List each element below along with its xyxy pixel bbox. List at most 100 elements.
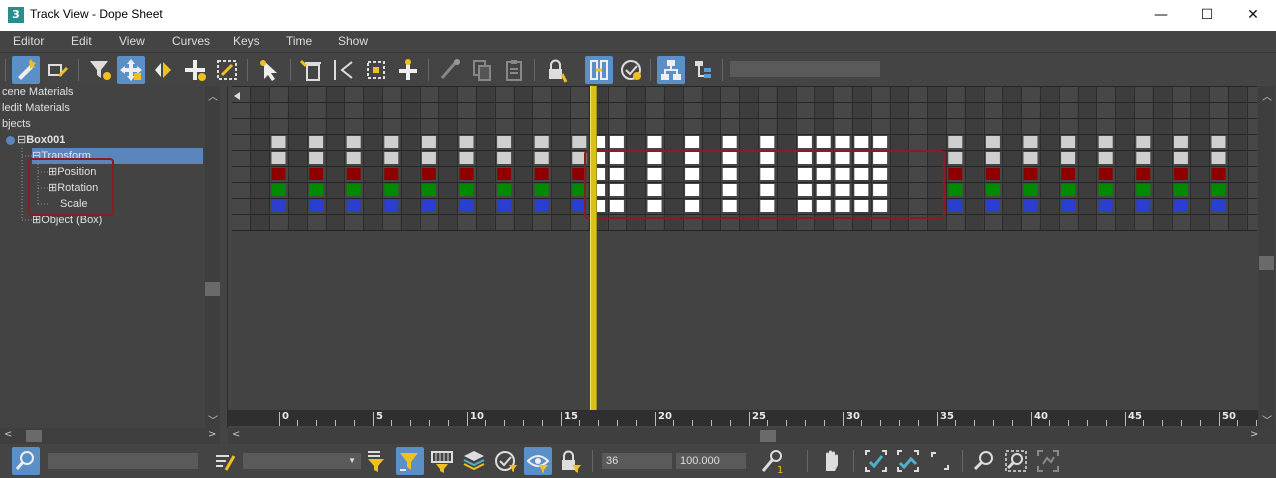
insert-time-icon[interactable] xyxy=(394,56,422,84)
maximize-button[interactable]: ☐ xyxy=(1184,0,1230,31)
filter-dropdown[interactable]: ▼ xyxy=(243,453,361,469)
expand-minus-icon[interactable]: ⊟ xyxy=(17,134,26,146)
scroll-right-icon[interactable]: > xyxy=(1250,429,1258,440)
show-keyable-icon[interactable] xyxy=(617,56,645,84)
show-filter-icon[interactable] xyxy=(524,447,552,475)
filter-icon[interactable] xyxy=(86,56,114,84)
scroll-left-icon[interactable]: < xyxy=(4,429,12,440)
menu-editor[interactable]: Editor xyxy=(13,34,44,48)
menu-keys[interactable]: Keys xyxy=(233,34,260,48)
scroll-down-icon[interactable]: ﹀ xyxy=(1262,412,1272,427)
tree-item-position[interactable]: ⊞Position xyxy=(48,164,96,180)
menu-curves[interactable]: Curves xyxy=(172,34,210,48)
paste-icon[interactable] xyxy=(500,56,528,84)
frame-column xyxy=(1227,86,1247,230)
minimize-button[interactable]: — xyxy=(1138,0,1184,31)
sheet-hscroll-thumb[interactable] xyxy=(760,430,776,442)
filter-wand-icon[interactable] xyxy=(12,56,40,84)
track-search-input[interactable] xyxy=(48,453,198,469)
left-hscrollbar[interactable]: < > xyxy=(0,428,220,444)
key-stats-icon[interactable]: 1 xyxy=(759,447,787,476)
panel-divider[interactable] xyxy=(220,86,228,428)
tree-item-scene-materials[interactable]: cene Materials xyxy=(2,86,74,100)
scale-keys-icon[interactable] xyxy=(213,56,241,84)
chevron-down-icon[interactable]: ▼ xyxy=(348,453,356,469)
menu-show[interactable]: Show xyxy=(338,34,368,48)
time-slider-cursor[interactable] xyxy=(590,86,597,426)
expand-plus-icon[interactable]: ⊞ xyxy=(48,182,57,194)
fit-screen-icon[interactable] xyxy=(1034,447,1062,475)
tree-item-medit-materials[interactable]: ledit Materials xyxy=(2,100,70,116)
y-track-key xyxy=(647,184,662,196)
modify-child-keys-icon[interactable] xyxy=(690,56,718,84)
key-value-field[interactable]: 100.000 xyxy=(676,453,746,469)
y-track-key xyxy=(1211,184,1226,196)
snap-frames-icon[interactable] xyxy=(585,56,613,84)
ruler-label: 30 xyxy=(846,411,860,422)
close-button[interactable]: ✕ xyxy=(1230,0,1276,31)
scroll-right-icon[interactable]: > xyxy=(208,429,216,440)
z-track-key xyxy=(271,200,286,212)
lock-tracks-icon[interactable] xyxy=(556,447,584,475)
modify-subtree-icon[interactable] xyxy=(657,56,685,84)
zoom-selected-icon[interactable] xyxy=(12,447,40,475)
show-selected-icon[interactable] xyxy=(492,447,520,475)
z-track-key xyxy=(1136,200,1151,212)
region-select-icon[interactable] xyxy=(362,56,390,84)
slide-keys-icon[interactable] xyxy=(149,56,177,84)
layer-icon[interactable] xyxy=(460,447,488,475)
key-mode-icon[interactable] xyxy=(211,447,239,475)
delete-key-icon[interactable] xyxy=(298,56,326,84)
move-keys-icon[interactable] xyxy=(117,56,145,84)
right-scrollbar[interactable]: ︿ ﹀ xyxy=(1258,86,1275,428)
filter-animated-icon[interactable] xyxy=(396,447,424,475)
menu-time[interactable]: Time xyxy=(286,34,312,48)
current-frame-field[interactable]: 36 xyxy=(602,453,672,469)
tree-item-scale[interactable]: Scale xyxy=(60,196,88,212)
left-scrollbar[interactable]: ︿ ﹀ xyxy=(205,86,220,428)
lock-selection-icon[interactable] xyxy=(542,56,570,84)
reduce-keys-icon[interactable] xyxy=(330,56,358,84)
copy-icon[interactable] xyxy=(468,56,496,84)
ruler-label: 10 xyxy=(470,411,484,422)
select-time-icon[interactable] xyxy=(436,56,464,84)
menu-view[interactable]: View xyxy=(119,34,145,48)
sheet-hscrollbar[interactable]: < > xyxy=(228,428,1276,444)
filter-frames-icon[interactable] xyxy=(428,447,456,475)
tree-label-rotation: Rotation xyxy=(57,182,99,194)
add-keys-icon[interactable] xyxy=(181,56,209,84)
time-ruler[interactable]: 0 5 10 15 20 25 30 35 40 45 50 xyxy=(228,410,1258,426)
scroll-left-icon[interactable]: < xyxy=(232,429,240,440)
zoom-icon[interactable] xyxy=(970,447,998,475)
expand-plus-icon[interactable]: ⊞ xyxy=(48,166,57,178)
transform-key xyxy=(459,136,474,148)
tree-item-box001[interactable]: ⊟Box001 xyxy=(6,132,65,148)
menu-edit[interactable]: Edit xyxy=(71,34,92,48)
scroll-up-icon[interactable]: ︿ xyxy=(1262,88,1272,103)
fit-all-icon[interactable] xyxy=(894,447,922,475)
expand-minus-icon[interactable]: ⊟ xyxy=(32,150,41,162)
key-grid[interactable] xyxy=(231,86,1266,410)
expand-plus-icon[interactable]: ⊞ xyxy=(32,214,41,226)
tree-label-box001: Box001 xyxy=(26,134,66,146)
tree-item-rotation[interactable]: ⊞Rotation xyxy=(48,180,98,196)
tree-item-object-box[interactable]: ⊞Object (Box) xyxy=(32,212,102,228)
zoom-region-icon[interactable] xyxy=(1002,447,1030,475)
bottom-toolbar: ▼ 36 100.000 1 xyxy=(0,444,1276,478)
left-scroll-thumb[interactable] xyxy=(205,282,220,296)
fit-horizontal-icon[interactable] xyxy=(862,447,890,475)
position-key xyxy=(421,152,436,164)
select-cursor-icon[interactable] xyxy=(255,56,283,84)
pan-icon[interactable] xyxy=(818,447,846,475)
scroll-down-icon[interactable]: ﹀ xyxy=(208,412,218,427)
edit-ranges-icon[interactable] xyxy=(44,56,72,84)
tree-item-transform[interactable]: ⊟Transform xyxy=(32,148,203,164)
filter-selected-icon[interactable] xyxy=(364,447,392,475)
frame-zoom-icon[interactable] xyxy=(926,447,954,475)
dope-sheet[interactable] xyxy=(231,86,1266,410)
scroll-up-icon[interactable]: ︿ xyxy=(208,88,218,103)
name-field[interactable] xyxy=(730,61,880,77)
tree-item-objects[interactable]: bjects xyxy=(2,116,31,132)
right-scroll-thumb[interactable] xyxy=(1259,256,1274,270)
left-hscroll-thumb[interactable] xyxy=(26,430,42,442)
